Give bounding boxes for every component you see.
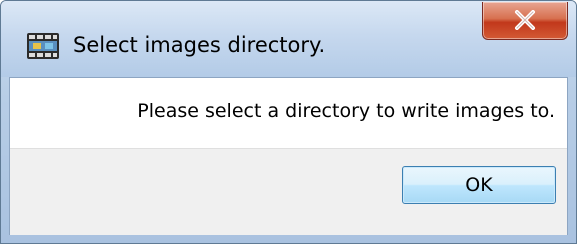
button-area: OK [10, 148, 567, 235]
dialog-message: Please select a directory to write image… [137, 100, 555, 122]
dialog-window: Select images directory. Please select a… [0, 0, 577, 244]
dialog-body: Please select a directory to write image… [9, 77, 568, 235]
window-title: Select images directory. [73, 33, 326, 57]
video-app-icon [27, 31, 59, 61]
close-button[interactable] [482, 2, 568, 40]
title-bar[interactable]: Select images directory. [1, 1, 576, 77]
ok-button[interactable]: OK [402, 166, 556, 204]
